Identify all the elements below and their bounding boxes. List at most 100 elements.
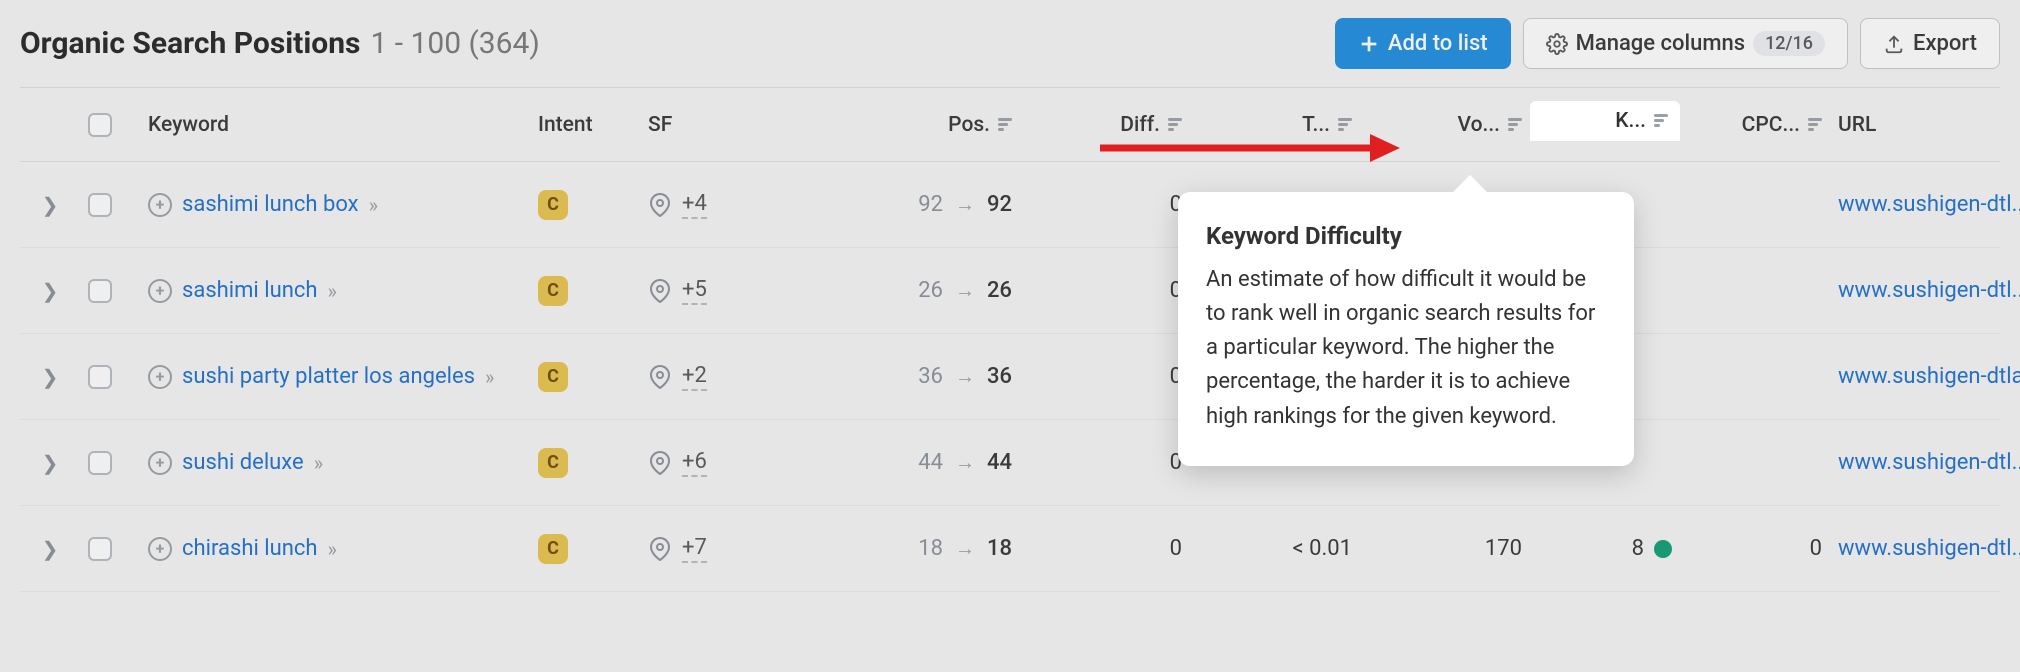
manage-columns-label: Manage columns	[1576, 31, 1745, 56]
url-link[interactable]: www.sushigen-dtl...	[1838, 536, 2020, 561]
diff-value: 0	[1170, 536, 1182, 561]
sort-icon	[1654, 114, 1668, 127]
col-volume[interactable]: Vo...	[1360, 113, 1530, 137]
table-header: Keyword Intent SF Pos. Diff. T... Vo... …	[20, 88, 2000, 162]
keyword-link[interactable]: sushi deluxe	[182, 450, 304, 475]
results-table: Keyword Intent SF Pos. Diff. T... Vo... …	[20, 87, 2000, 592]
page-range: 1 - 100 (364)	[370, 26, 539, 61]
col-intent[interactable]: Intent	[530, 113, 640, 137]
row-checkbox[interactable]	[88, 193, 112, 217]
row-checkbox[interactable]	[88, 365, 112, 389]
expand-row-icon[interactable]: ❯	[42, 537, 59, 561]
chevrons-icon: »	[369, 193, 374, 217]
export-label: Export	[1913, 31, 1977, 56]
traffic-value: < 0.01	[1292, 536, 1352, 561]
keyword-link[interactable]: sashimi lunch	[182, 278, 318, 303]
sf-value[interactable]: +6	[682, 449, 707, 477]
table-row: ❯+sushi deluxe»C+644→440www.sushigen-dtl…	[20, 420, 2000, 506]
pos-old: 18	[918, 536, 943, 561]
sort-icon	[1168, 118, 1182, 131]
arrow-right-icon: →	[955, 192, 975, 217]
intent-badge: C	[538, 190, 568, 220]
tooltip-body: An estimate of how difficult it would be…	[1206, 263, 1606, 433]
sf-value[interactable]: +7	[682, 535, 707, 563]
col-pos[interactable]: Pos.	[790, 113, 1020, 137]
add-keyword-icon[interactable]: +	[148, 365, 172, 389]
expand-row-icon[interactable]: ❯	[42, 365, 59, 389]
keyword-link[interactable]: chirashi lunch	[182, 536, 318, 561]
col-traffic[interactable]: T...	[1190, 113, 1360, 137]
chevrons-icon: »	[314, 451, 319, 475]
select-all-checkbox[interactable]	[88, 113, 112, 137]
url-link[interactable]: www.sushigen-dtl...	[1838, 192, 2020, 217]
expand-row-icon[interactable]: ❯	[42, 451, 59, 475]
col-url[interactable]: URL	[1830, 113, 2020, 137]
pos-old: 92	[918, 192, 943, 217]
table-row: ❯+sashimi lunch»C+526→260www.sushigen-dt…	[20, 248, 2000, 334]
intent-badge: C	[538, 276, 568, 306]
volume-value: 170	[1485, 536, 1522, 561]
kd-value: 8	[1632, 536, 1644, 561]
col-keyword[interactable]: Keyword	[140, 113, 530, 137]
url-link[interactable]: www.sushigen-dtl...	[1838, 450, 2020, 475]
expand-row-icon[interactable]: ❯	[42, 193, 59, 217]
table-row: ❯+sashimi lunch box»C+492→920www.sushige…	[20, 162, 2000, 248]
pos-new: 44	[987, 450, 1012, 475]
chevrons-icon: »	[328, 279, 333, 303]
pos-new: 36	[987, 364, 1012, 389]
pos-old: 26	[918, 278, 943, 303]
row-checkbox[interactable]	[88, 537, 112, 561]
arrow-right-icon: →	[955, 536, 975, 561]
url-link[interactable]: www.sushigen-dtl...	[1838, 278, 2020, 303]
url-link[interactable]: www.sushigen-dtla.c	[1838, 364, 2020, 389]
keyword-link[interactable]: sashimi lunch box	[182, 192, 359, 217]
sf-value[interactable]: +4	[682, 191, 707, 219]
sort-icon	[998, 118, 1012, 131]
row-checkbox[interactable]	[88, 279, 112, 303]
pos-new: 18	[987, 536, 1012, 561]
pos-new: 26	[987, 278, 1012, 303]
page-header: Organic Search Positions 1 - 100 (364) A…	[20, 18, 2000, 69]
cpc-value: 0	[1810, 536, 1822, 561]
col-kd[interactable]: K...	[1530, 101, 1680, 141]
location-pin-icon	[648, 451, 672, 475]
add-keyword-icon[interactable]: +	[148, 279, 172, 303]
sort-icon	[1508, 118, 1522, 131]
row-checkbox[interactable]	[88, 451, 112, 475]
chevrons-icon: »	[485, 365, 490, 389]
kd-tooltip: Keyword Difficulty An estimate of how di…	[1178, 192, 1634, 466]
add-to-list-button[interactable]: Add to list	[1335, 18, 1511, 69]
manage-columns-button[interactable]: Manage columns 12/16	[1523, 18, 1848, 69]
col-cpc[interactable]: CPC...	[1680, 113, 1830, 137]
expand-row-icon[interactable]: ❯	[42, 279, 59, 303]
page-title: Organic Search Positions	[20, 26, 360, 61]
location-pin-icon	[648, 537, 672, 561]
add-keyword-icon[interactable]: +	[148, 193, 172, 217]
sort-icon	[1338, 118, 1352, 131]
intent-badge: C	[538, 534, 568, 564]
add-to-list-label: Add to list	[1388, 31, 1488, 56]
export-button[interactable]: Export	[1860, 18, 2000, 69]
arrow-right-icon: →	[955, 278, 975, 303]
col-diff[interactable]: Diff.	[1020, 113, 1190, 137]
arrow-right-icon: →	[955, 450, 975, 475]
table-row: ❯+chirashi lunch»C+718→180< 0.0117080www…	[20, 506, 2000, 592]
sf-value[interactable]: +5	[682, 277, 707, 305]
tooltip-title: Keyword Difficulty	[1206, 218, 1606, 255]
location-pin-icon	[648, 193, 672, 217]
table-row: ❯+sushi party platter los angeles»C+236→…	[20, 334, 2000, 420]
intent-badge: C	[538, 362, 568, 392]
col-sf[interactable]: SF	[640, 113, 790, 137]
kd-dot-icon	[1654, 540, 1672, 558]
intent-badge: C	[538, 448, 568, 478]
add-keyword-icon[interactable]: +	[148, 451, 172, 475]
pos-new: 92	[987, 192, 1012, 217]
sf-value[interactable]: +2	[682, 363, 707, 391]
export-icon	[1883, 33, 1905, 55]
chevrons-icon: »	[328, 537, 333, 561]
keyword-link[interactable]: sushi party platter los angeles	[182, 364, 475, 389]
columns-count-pill: 12/16	[1753, 31, 1825, 56]
gear-icon	[1546, 33, 1568, 55]
location-pin-icon	[648, 279, 672, 303]
add-keyword-icon[interactable]: +	[148, 537, 172, 561]
